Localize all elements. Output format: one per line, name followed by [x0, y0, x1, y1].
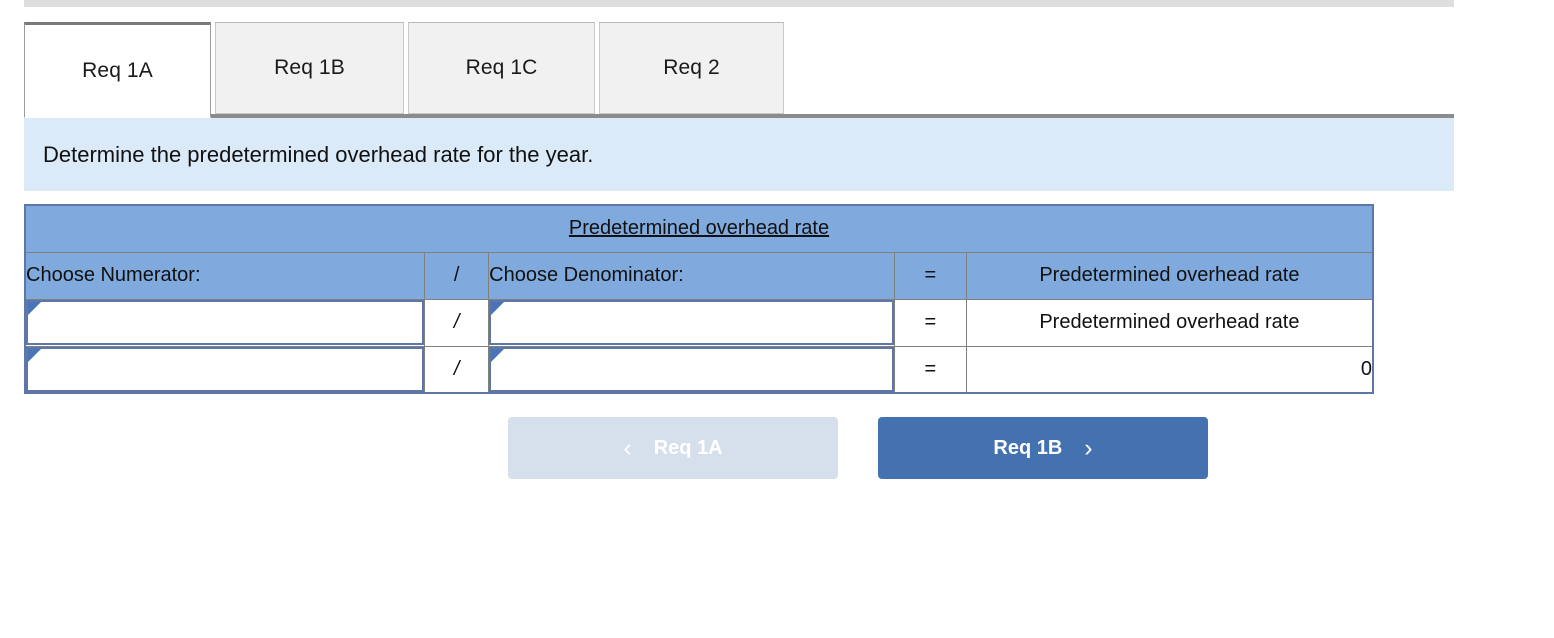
instruction-banner: Determine the predetermined overhead rat…	[24, 118, 1454, 191]
tab-label: Req 1A	[82, 59, 153, 82]
table-row: / = Predetermined overhead rate	[24, 298, 1374, 347]
tab-label: Req 1C	[465, 56, 538, 79]
chevron-left-icon: ‹	[623, 433, 632, 462]
dropdown-marker-icon	[28, 348, 41, 362]
denominator-cell-row-1	[488, 298, 895, 347]
next-button-label: Req 1B	[993, 436, 1063, 459]
equals-cell-row-1: =	[893, 298, 967, 347]
prev-requirement-button[interactable]: ‹ Req 1A	[508, 417, 838, 479]
dropdown-marker-icon	[28, 302, 41, 315]
tab-req-1b[interactable]: Req 1B	[215, 22, 404, 114]
equals-cell-row-2: =	[893, 345, 967, 394]
navigation-bar: ‹ Req 1A Req 1B ›	[0, 417, 1554, 479]
result-cell-row-1: Predetermined overhead rate	[965, 298, 1374, 347]
prev-button-label: Req 1A	[653, 436, 723, 459]
column-header-result: Predetermined overhead rate	[965, 251, 1374, 300]
table-title-row: Predetermined overhead rate	[24, 204, 1374, 253]
table-row: / = 0	[24, 345, 1374, 394]
column-header-equals: =	[893, 251, 967, 300]
predetermined-overhead-rate-table: Predetermined overhead rate Choose Numer…	[24, 204, 1374, 394]
tab-bar: Req 1A Req 1B Req 1C Req 2	[0, 22, 1554, 118]
dropdown-marker-icon	[491, 302, 505, 315]
column-header-denominator: Choose Denominator:	[488, 251, 895, 300]
divide-cell-row-2: /	[424, 345, 490, 394]
denominator-cell-row-2	[488, 345, 895, 394]
tab-label: Req 2	[663, 56, 720, 79]
column-header-numerator: Choose Numerator:	[24, 251, 426, 300]
tab-label: Req 1B	[274, 56, 345, 79]
dropdown-marker-icon	[491, 348, 505, 362]
tab-req-1c[interactable]: Req 1C	[408, 22, 595, 114]
instruction-text: Determine the predetermined overhead rat…	[43, 141, 594, 167]
numerator-dropdown-row-2[interactable]	[26, 346, 425, 392]
tab-req-2[interactable]: Req 2	[599, 22, 784, 114]
table-header-row: Choose Numerator: / Choose Denominator: …	[24, 251, 1374, 300]
column-header-divide: /	[424, 251, 490, 300]
next-requirement-button[interactable]: Req 1B ›	[878, 417, 1208, 479]
numerator-dropdown-row-1[interactable]	[26, 300, 425, 345]
numerator-cell-row-1	[24, 298, 426, 347]
table-title: Predetermined overhead rate	[24, 204, 1374, 253]
chevron-right-icon: ›	[1084, 433, 1093, 462]
top-strip	[24, 0, 1454, 7]
divide-cell-row-1: /	[424, 298, 490, 347]
denominator-dropdown-row-1[interactable]	[489, 300, 894, 345]
result-cell-row-2: 0	[965, 345, 1374, 394]
tab-req-1a[interactable]: Req 1A	[24, 22, 211, 118]
denominator-dropdown-row-2[interactable]	[489, 346, 894, 392]
numerator-cell-row-2	[24, 345, 426, 394]
